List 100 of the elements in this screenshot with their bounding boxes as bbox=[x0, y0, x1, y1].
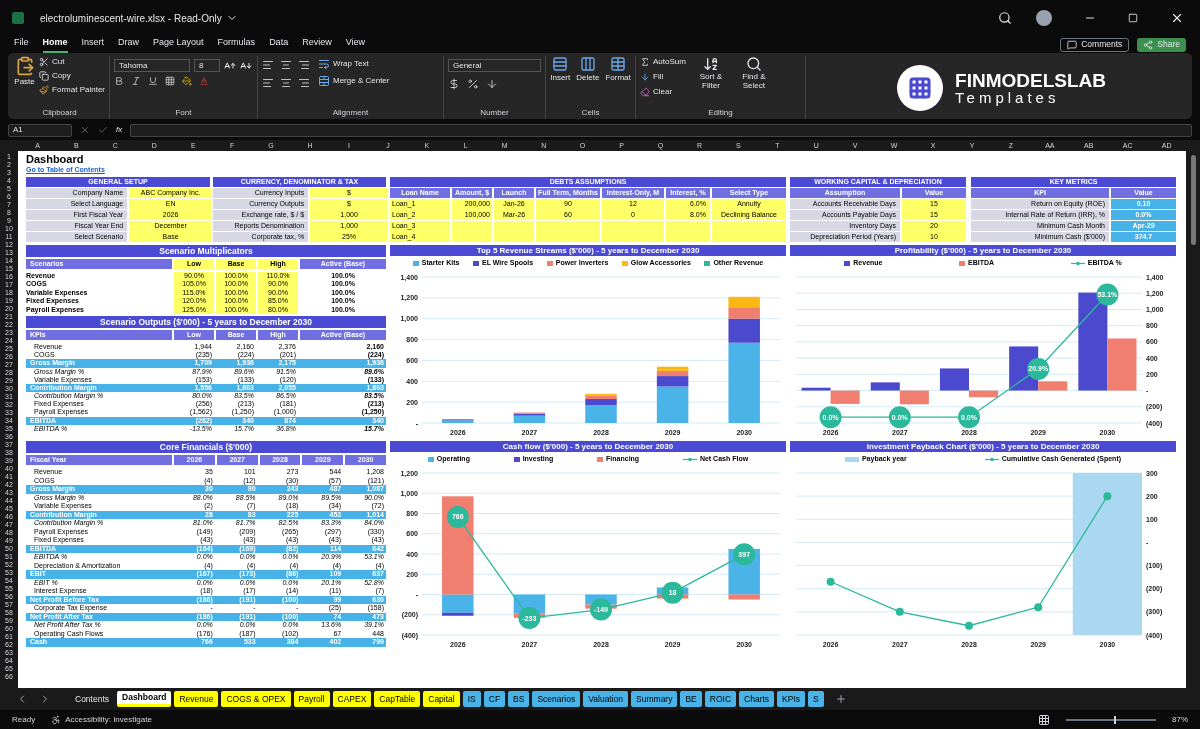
delete-cells-icon[interactable] bbox=[579, 56, 596, 72]
align-top-icon[interactable] bbox=[262, 59, 274, 71]
empty-input-cell[interactable] bbox=[494, 232, 534, 242]
sheet-tab[interactable]: BE bbox=[680, 691, 702, 707]
empty-input-cell[interactable] bbox=[712, 232, 786, 242]
formula-input[interactable] bbox=[130, 123, 1192, 137]
font-color-icon[interactable] bbox=[199, 76, 209, 86]
empty-input-cell[interactable] bbox=[452, 232, 492, 242]
underline-icon[interactable] bbox=[148, 76, 158, 86]
align-middle-icon[interactable] bbox=[280, 59, 292, 71]
fill-button[interactable]: Fill bbox=[640, 71, 686, 83]
sheet-tab[interactable]: Payroll bbox=[293, 691, 330, 707]
paintbrush-icon[interactable] bbox=[39, 85, 50, 95]
accessibility-status[interactable]: Accessibility: Investigate bbox=[51, 713, 152, 726]
cut-button[interactable]: Cut bbox=[39, 56, 105, 68]
menu-tab[interactable]: Formulas bbox=[217, 36, 256, 53]
eraser-icon[interactable] bbox=[640, 87, 650, 97]
sheet-tab[interactable]: IS bbox=[462, 691, 481, 707]
find-icon[interactable] bbox=[745, 56, 762, 72]
copy-icon[interactable] bbox=[39, 71, 50, 81]
sheet-tab[interactable]: CF bbox=[483, 691, 506, 707]
font-size-field[interactable]: 8 bbox=[194, 59, 220, 72]
sheet-tab[interactable]: COGS & OPEX bbox=[221, 691, 291, 707]
merge-icon[interactable] bbox=[318, 75, 330, 87]
sheet-tab[interactable]: KPIs bbox=[777, 691, 806, 707]
sheet-tab[interactable]: CAPEX bbox=[332, 691, 372, 707]
empty-input-cell[interactable] bbox=[452, 221, 492, 231]
comments-button[interactable]: Comments bbox=[1060, 37, 1130, 52]
accessibility-icon[interactable] bbox=[51, 714, 62, 725]
sheet-tab[interactable]: Valuation bbox=[583, 691, 629, 707]
add-sheet-icon[interactable] bbox=[834, 693, 847, 705]
menu-tab[interactable]: Insert bbox=[81, 36, 105, 53]
maximize-icon[interactable] bbox=[1128, 13, 1138, 23]
sigma-icon[interactable] bbox=[640, 57, 650, 67]
insert-cells-button[interactable]: Insert bbox=[550, 56, 571, 107]
scissors-icon[interactable] bbox=[39, 57, 50, 67]
italic-icon[interactable] bbox=[131, 76, 141, 86]
sheet-tab[interactable]: ROIC bbox=[704, 691, 737, 707]
scrollbar-thumb[interactable] bbox=[1190, 155, 1196, 245]
sort-filter-button[interactable]: Sort & Filter bbox=[693, 56, 728, 107]
menu-tab[interactable]: File bbox=[14, 36, 29, 53]
empty-input-cell[interactable] bbox=[602, 232, 664, 242]
format-painter-button[interactable]: Format Painter bbox=[39, 84, 105, 96]
empty-input-cell[interactable] bbox=[536, 221, 600, 231]
autosum-button[interactable]: AutoSum bbox=[640, 56, 686, 68]
empty-input-cell[interactable] bbox=[536, 232, 600, 242]
sort-icon[interactable] bbox=[702, 56, 719, 72]
number-format-field[interactable]: General bbox=[448, 59, 541, 72]
function-button[interactable]: fx bbox=[116, 124, 123, 136]
share-icon[interactable] bbox=[1143, 39, 1154, 50]
sheet-tab[interactable]: Summary bbox=[631, 691, 678, 707]
close-icon[interactable] bbox=[1170, 11, 1184, 25]
empty-input-cell[interactable] bbox=[666, 221, 710, 231]
empty-input-cell[interactable] bbox=[494, 221, 534, 231]
percent-icon[interactable] bbox=[467, 78, 479, 90]
fill-icon[interactable] bbox=[640, 72, 650, 82]
name-box[interactable]: A1 bbox=[8, 123, 72, 137]
avatar[interactable] bbox=[1036, 10, 1052, 26]
find-select-button[interactable]: Find & Select bbox=[735, 56, 772, 107]
empty-input-cell[interactable] bbox=[666, 232, 710, 242]
wrap-text-button[interactable]: Wrap Text bbox=[318, 58, 390, 70]
sheet-tab[interactable]: Revenue bbox=[174, 691, 219, 707]
paste-button[interactable]: Paste bbox=[14, 56, 36, 107]
align-bottom-icon[interactable] bbox=[298, 59, 310, 71]
insert-cells-icon[interactable] bbox=[552, 56, 569, 72]
sheet-tab[interactable]: Scenarios bbox=[532, 691, 581, 707]
menu-tab[interactable]: Page Layout bbox=[153, 36, 204, 53]
search-icon[interactable] bbox=[998, 11, 1012, 25]
grow-font-icon[interactable] bbox=[224, 59, 236, 72]
format-cells-icon[interactable] bbox=[610, 56, 627, 72]
bold-icon[interactable] bbox=[114, 76, 124, 86]
sheet-tab[interactable]: Capital bbox=[423, 691, 460, 707]
merge-center-button[interactable]: Merge & Center bbox=[318, 75, 390, 87]
sheet-tab[interactable]: CapTable bbox=[374, 691, 421, 707]
font-name-field[interactable]: Tahoma bbox=[114, 59, 190, 72]
copy-button[interactable]: Copy bbox=[39, 70, 105, 82]
clear-button[interactable]: Clear bbox=[640, 86, 686, 98]
align-left-icon[interactable] bbox=[262, 77, 274, 89]
menu-tab[interactable]: Draw bbox=[118, 36, 140, 53]
enter-icon[interactable] bbox=[98, 125, 108, 135]
normal-view-icon[interactable] bbox=[1038, 713, 1050, 726]
menu-tab[interactable]: Review bbox=[302, 36, 332, 53]
sheet-tab[interactable]: Dashboard bbox=[117, 691, 172, 707]
menu-tab[interactable]: Data bbox=[269, 36, 289, 53]
borders-icon[interactable] bbox=[165, 76, 175, 86]
menu-tab[interactable]: View bbox=[345, 36, 365, 53]
comment-icon[interactable] bbox=[1067, 39, 1078, 50]
empty-input-cell[interactable] bbox=[602, 221, 664, 231]
cancel-icon[interactable] bbox=[80, 125, 90, 135]
align-center-icon[interactable] bbox=[280, 77, 292, 89]
sheet-tab[interactable]: Contents bbox=[70, 691, 115, 707]
sheet-tab[interactable]: BS bbox=[508, 691, 530, 707]
format-cells-button[interactable]: Format bbox=[605, 56, 631, 107]
decrease-decimal-icon[interactable] bbox=[486, 78, 498, 90]
sheet-tab[interactable]: S bbox=[808, 691, 824, 707]
zoom-slider-thumb[interactable] bbox=[1114, 715, 1117, 724]
wrap-text-icon[interactable] bbox=[318, 58, 330, 70]
currency-icon[interactable] bbox=[448, 78, 460, 90]
delete-cells-button[interactable]: Delete bbox=[576, 56, 600, 107]
sheet-tab[interactable]: Charts bbox=[739, 691, 775, 707]
